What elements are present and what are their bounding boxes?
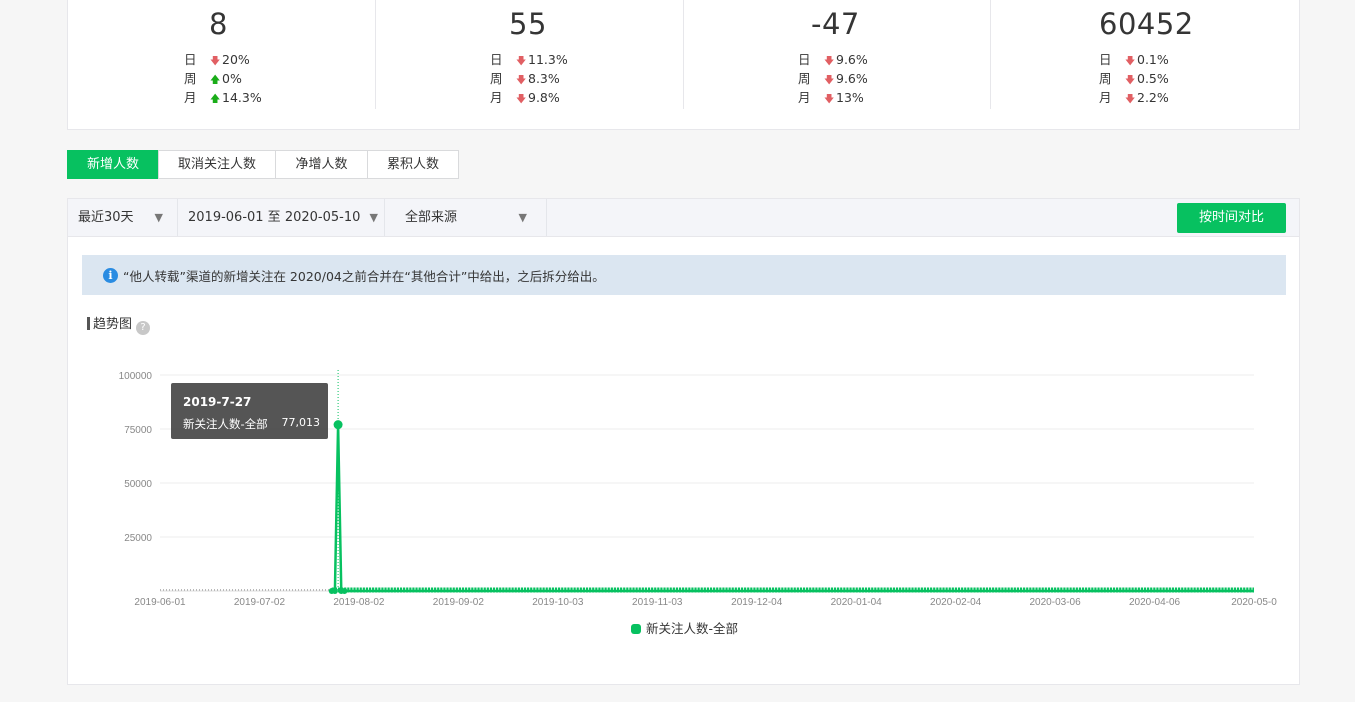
trend-chart[interactable]: 25000 50000 75000 100000 2019-06-01 2019-07-0… xyxy=(68,199,1299,684)
x-tick-label: 2019-08-02 xyxy=(333,597,385,608)
tab-net-growth[interactable]: 净增人数 xyxy=(275,150,368,179)
arrow-down-icon: 🡇 xyxy=(1125,56,1136,67)
stat-row-day: 日 🡇 9.6% xyxy=(798,51,868,69)
tooltip-series: 新关注人数-全部 xyxy=(183,417,268,431)
tab-new-followers[interactable]: 新增人数 xyxy=(67,150,159,179)
x-tick-label: 2019-07-02 xyxy=(234,597,286,608)
stat-row-week: 周 🡇 9.6% xyxy=(798,70,868,88)
chart-legend[interactable]: 新关注人数-全部 xyxy=(631,618,738,637)
data-point xyxy=(333,420,343,430)
x-tick-label: 2020-04-06 xyxy=(1129,597,1181,608)
arrow-down-icon: 🡇 xyxy=(516,75,527,86)
stat-new-followers: 8 日 🡇 20% 周 🡅 0% 月 🡅 14.3% xyxy=(68,0,376,109)
tooltip-date: 2019-7-27 xyxy=(183,395,252,409)
stat-value: -47 xyxy=(811,7,860,41)
arrow-down-icon: 🡇 xyxy=(516,56,527,67)
legend-label: 新关注人数-全部 xyxy=(646,621,739,636)
x-tick-label: 2020-01-04 xyxy=(831,597,883,608)
stat-row-day: 日 🡇 0.1% xyxy=(1099,51,1169,69)
y-tick-label: 100000 xyxy=(119,371,153,382)
stat-row-month: 月 🡇 9.8% xyxy=(490,89,560,107)
stat-row-day: 日 🡇 11.3% xyxy=(490,51,568,69)
stats-card: 8 日 🡇 20% 周 🡅 0% 月 🡅 14.3% 55 日 🡇 11.3% 周 🡇 8.3% 月… xyxy=(67,0,1300,130)
arrow-down-icon: 🡇 xyxy=(516,94,527,105)
arrow-down-icon: 🡇 xyxy=(1125,94,1136,105)
chart-tooltip: 2019-7-27 新关注人数-全部 77,013 xyxy=(171,383,328,439)
x-tick-label: 2019-09-02 xyxy=(433,597,485,608)
arrow-up-icon: 🡅 xyxy=(210,75,221,86)
arrow-down-icon: 🡇 xyxy=(824,94,835,105)
arrow-up-icon: 🡅 xyxy=(210,94,221,105)
x-tick-label: 2019-10-03 xyxy=(532,597,584,608)
arrow-down-icon: 🡇 xyxy=(824,56,835,67)
stat-row-week: 周 🡇 0.5% xyxy=(1099,70,1169,88)
arrow-down-icon: 🡇 xyxy=(210,56,221,67)
x-tick-label: 2019-06-01 xyxy=(134,597,186,608)
metric-tabs: 新增人数 取消关注人数 净增人数 累积人数 xyxy=(67,150,459,179)
stat-value: 60452 xyxy=(1099,7,1194,41)
series-line xyxy=(331,424,1254,593)
tooltip-value: 77,013 xyxy=(281,416,321,429)
stat-value: 8 xyxy=(209,7,228,41)
x-tick-label: 2019-11-03 xyxy=(632,597,683,608)
stat-net-growth: -47 日 🡇 9.6% 周 🡇 9.6% 月 🡇 13% xyxy=(683,0,991,109)
chart-panel: 最近30天 ▼ 2019-06-01 至 2020-05-10 ▼ 全部来源 ▼… xyxy=(67,198,1300,685)
x-tick-label: 2020-02-04 xyxy=(930,597,982,608)
stat-unfollow: 55 日 🡇 11.3% 周 🡇 8.3% 月 🡇 9.8% xyxy=(376,0,684,109)
arrow-down-icon: 🡇 xyxy=(824,75,835,86)
x-tick-label: 2020-05-0 xyxy=(1231,597,1277,608)
data-point xyxy=(341,588,348,594)
data-point xyxy=(331,588,338,594)
stat-row-week: 周 🡇 8.3% xyxy=(490,70,560,88)
x-tick-label: 2020-03-06 xyxy=(1030,597,1082,608)
stat-value: 55 xyxy=(509,7,547,41)
legend-swatch xyxy=(631,624,641,634)
y-tick-label: 25000 xyxy=(124,533,152,544)
stat-row-week: 周 🡅 0% xyxy=(184,70,242,88)
stat-row-day: 日 🡇 20% xyxy=(184,51,250,69)
tab-cumulative[interactable]: 累积人数 xyxy=(367,150,459,179)
tab-unfollows[interactable]: 取消关注人数 xyxy=(158,150,276,179)
stat-total: 60452 日 🡇 0.1% 周 🡇 0.5% 月 🡇 2.2% xyxy=(991,0,1299,109)
x-tick-label: 2019-12-04 xyxy=(731,597,783,608)
stat-row-month: 月 🡇 13% xyxy=(798,89,864,107)
y-tick-label: 75000 xyxy=(124,425,152,436)
stat-row-month: 月 🡇 2.2% xyxy=(1099,89,1169,107)
arrow-down-icon: 🡇 xyxy=(1125,75,1136,86)
stat-row-month: 月 🡅 14.3% xyxy=(184,89,262,107)
y-tick-label: 50000 xyxy=(124,479,152,490)
